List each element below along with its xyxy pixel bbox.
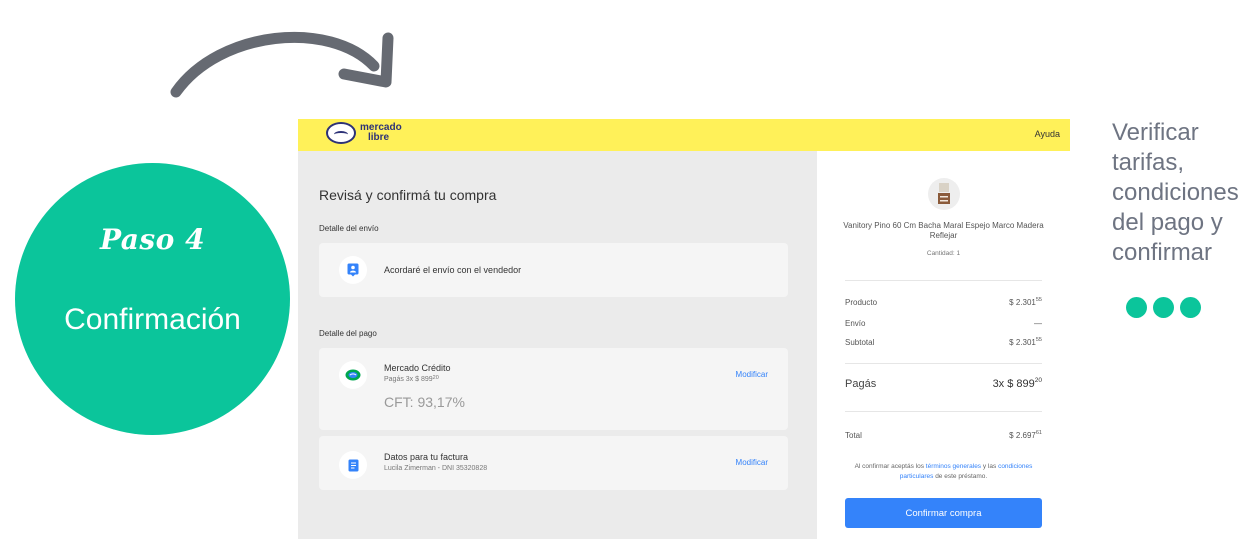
note-line: condiciones (1112, 179, 1239, 206)
shipping-card: Acordaré el envío con el vendedor (319, 243, 788, 297)
order-summary: Vanitory Pino 60 Cm Bacha Maral Espejo M… (817, 151, 1070, 539)
shipping-text: Acordaré el envío con el vendedor (384, 265, 522, 275)
payment-method-card: Mercado Crédito Pagás 3x $ 89920 CFT: 93… (319, 348, 788, 430)
legal-part: Al confirmar aceptás los (854, 463, 924, 470)
curved-arrow-icon (170, 31, 394, 98)
divider (845, 280, 1042, 281)
checkout-details: Revisá y confirmá tu compra Detalle del … (298, 151, 817, 539)
divider (845, 411, 1042, 412)
site-header: mercado libre Ayuda (298, 119, 1070, 151)
total-price: $ 2.69761 (1009, 430, 1042, 440)
note-line: confirmar (1112, 239, 1213, 266)
installments-amount: Pagás 3x $ 899 (384, 376, 433, 383)
divider (845, 363, 1042, 364)
installments-cents: 20 (432, 375, 439, 381)
total-amount: $ 2.697 (1009, 431, 1036, 440)
cft-rate: CFT: 93,17% (384, 394, 465, 410)
pay-value: 3x $ 899 (992, 378, 1035, 390)
legal-text: Al confirmar aceptás los términos genera… (847, 462, 1040, 482)
document-icon (339, 451, 367, 479)
more-dots (1126, 297, 1201, 318)
total-cents: 61 (1035, 430, 1042, 436)
general-terms-link[interactable]: términos generales (926, 463, 981, 470)
product-price: $ 2.30155 (1009, 297, 1042, 307)
confirm-purchase-button[interactable]: Confirmar compra (845, 498, 1042, 528)
product-quantity: Cantidad: 1 (926, 250, 961, 257)
pay-amount: 3x $ 89920 (992, 377, 1042, 390)
payment-method-name: Mercado Crédito (384, 363, 451, 373)
step-name: Confirmación (64, 303, 241, 336)
note-line: del pago y (1112, 209, 1223, 236)
shipping-section-label: Detalle del envío (319, 224, 379, 233)
legal-part: y las (982, 463, 997, 470)
dot (1126, 297, 1147, 318)
legal-part: de este préstamo. (935, 473, 988, 480)
pay-cents: 20 (1034, 377, 1042, 384)
dot (1180, 297, 1201, 318)
help-link[interactable]: Ayuda (1035, 129, 1060, 139)
step-badge: Paso 4 Confirmación (15, 163, 290, 435)
modify-payment-link[interactable]: Modificar (736, 370, 768, 379)
invoice-title: Datos para tu factura (384, 452, 469, 462)
price-amount: $ 2.301 (1009, 338, 1036, 347)
step-description: Verificar tarifas, condiciones del pago … (1112, 118, 1256, 268)
checkout-screenshot: mercado libre Ayuda Revisá y confirmá tu… (298, 119, 1070, 539)
price-cents: 55 (1035, 337, 1042, 343)
product-label: Producto (845, 298, 878, 307)
mercadolibre-logo[interactable]: mercado libre (326, 122, 402, 144)
subtotal-price: $ 2.30155 (1009, 337, 1042, 347)
subtotal-label: Subtotal (845, 338, 875, 347)
dot (1153, 297, 1174, 318)
price-cents: 55 (1035, 297, 1042, 303)
logo-line: libre (368, 132, 390, 143)
mercado-credito-icon (339, 361, 367, 389)
total-label: Total (845, 431, 862, 440)
note-line: tarifas, (1112, 149, 1185, 176)
page-title: Revisá y confirmá tu compra (319, 187, 497, 203)
note-line: Verificar (1112, 119, 1199, 146)
payment-installments: Pagás 3x $ 89920 (384, 375, 439, 383)
pay-label: Pagás (845, 378, 877, 390)
location-pin-icon (339, 256, 367, 284)
payment-section-label: Detalle del pago (319, 329, 377, 338)
price-amount: $ 2.301 (1009, 298, 1036, 307)
invoice-card: Datos para tu factura Lucila Zimerman - … (319, 436, 788, 490)
invoice-detail: Lucila Zimerman - DNI 35320828 (384, 465, 488, 472)
shipping-label: Envío (845, 319, 866, 328)
step-title: Paso 4 (99, 223, 206, 256)
shipping-price: — (1034, 319, 1042, 328)
modify-invoice-link[interactable]: Modificar (736, 458, 768, 467)
handshake-icon (326, 122, 356, 144)
logo-text: mercado libre (360, 123, 402, 143)
product-thumbnail (928, 178, 960, 210)
product-name: Vanitory Pino 60 Cm Bacha Maral Espejo M… (843, 221, 1044, 240)
